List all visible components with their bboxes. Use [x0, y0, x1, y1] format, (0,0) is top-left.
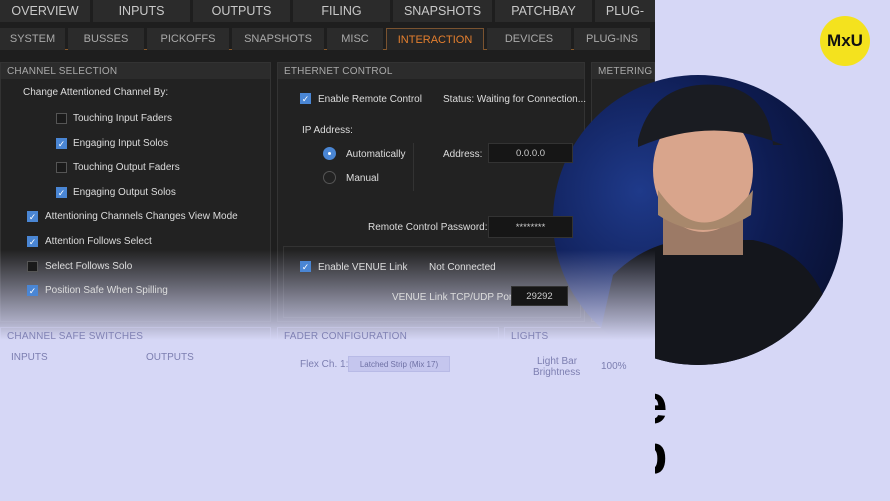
checkbox-label: Enable Remote Control: [318, 94, 422, 105]
subtab-interaction[interactable]: INTERACTION: [386, 28, 484, 50]
tab-plugins[interactable]: PLUG-: [595, 0, 655, 22]
checkbox-position-safe[interactable]: ✓: [27, 285, 38, 296]
checkbox-label: Attention Follows Select: [45, 236, 152, 247]
brightness-label: Brightness: [533, 367, 581, 378]
panel-title: ETHERNET CONTROL: [278, 63, 584, 79]
address-field[interactable]: 0.0.0.0: [488, 143, 573, 163]
checkbox-enable-remote-control[interactable]: ✓: [300, 93, 311, 104]
light-bar-label: Light Bar: [537, 356, 578, 367]
checkbox-label: Attentioning Channels Changes View Mode: [45, 211, 238, 222]
checkbox-engaging-input-solos[interactable]: ✓: [56, 138, 67, 149]
flex-select[interactable]: Latched Strip (Mix 17): [348, 356, 450, 372]
checkbox-view-mode[interactable]: ✓: [27, 211, 38, 222]
top-tabs: OVERVIEW INPUTS OUTPUTS FILING SNAPSHOTS…: [0, 0, 655, 22]
tab-patchbay[interactable]: PATCHBAY: [495, 0, 592, 22]
ip-label: IP Address:: [302, 125, 353, 136]
panel-title: LIGHTS: [511, 331, 549, 342]
subtab-misc[interactable]: MISC: [327, 28, 383, 50]
subtab-devices[interactable]: DEVICES: [487, 28, 571, 50]
person-illustration: [593, 84, 843, 365]
checkbox-label: Engaging Output Solos: [73, 187, 176, 198]
password-label: Remote Control Password:: [368, 222, 488, 233]
checkbox-label: Select Follows Solo: [45, 261, 133, 272]
subtab-busses[interactable]: BUSSES: [68, 28, 144, 50]
ethernet-control-panel: ETHERNET CONTROL ✓ Enable Remote Control…: [277, 62, 587, 322]
label: Change Attentioned Channel By:: [23, 87, 169, 98]
port-label: VENUE Link TCP/UDP Port:: [392, 292, 518, 303]
mxu-logo: MxU: [820, 16, 870, 66]
checkbox-enable-venue-link[interactable]: ✓: [300, 261, 311, 272]
outputs-label: OUTPUTS: [146, 352, 194, 363]
radio-label: Automatically: [346, 149, 406, 160]
checkbox-label: Touching Output Faders: [73, 162, 180, 173]
subtab-snapshots[interactable]: SNAPSHOTS: [232, 28, 324, 50]
port-field[interactable]: 29292: [511, 286, 568, 306]
checkbox-engaging-output-solos[interactable]: ✓: [56, 187, 67, 198]
checkbox-touching-output-faders[interactable]: [56, 162, 67, 173]
tab-outputs[interactable]: OUTPUTS: [193, 0, 290, 22]
subtab-system[interactable]: SYSTEM: [0, 28, 65, 50]
venue-link-group: ✓ Enable VENUE Link Not Connected VENUE …: [283, 246, 581, 318]
subtab-pickoffs[interactable]: PICKOFFS: [147, 28, 229, 50]
radio-automatically[interactable]: [323, 147, 336, 160]
status-text: Status: Waiting for Connection...: [443, 94, 587, 105]
checkbox-touching-input-faders[interactable]: [56, 113, 67, 124]
radio-manual[interactable]: [323, 171, 336, 184]
subtab-plugins[interactable]: PLUG-INS: [574, 28, 650, 50]
inputs-label: INPUTS: [11, 352, 48, 363]
panel-title: METERING: [592, 63, 654, 79]
panel-title: CHANNEL SELECTION: [1, 63, 270, 79]
checkbox-label: Position Safe When Spilling: [45, 285, 168, 296]
address-label: Address:: [443, 149, 483, 160]
radio-label: Manual: [346, 173, 379, 184]
panel-title: FADER CONFIGURATION: [284, 331, 408, 342]
flex-label: Flex Ch. 1:: [300, 359, 349, 370]
tab-inputs[interactable]: INPUTS: [93, 0, 190, 22]
tab-filing[interactable]: FILING: [293, 0, 390, 22]
checkbox-select-follows-solo[interactable]: [27, 261, 38, 272]
headline-line2: Setup: [512, 423, 668, 485]
sub-tabs: SYSTEM BUSSES PICKOFFS SNAPSHOTS MISC IN…: [0, 28, 650, 50]
password-field[interactable]: ********: [488, 216, 573, 238]
panel-title: CHANNEL SAFE SWITCHES: [7, 331, 144, 342]
tab-snapshots[interactable]: SNAPSHOTS: [393, 0, 492, 22]
channel-selection-panel: CHANNEL SELECTION Change Attentioned Cha…: [0, 62, 271, 322]
divider: [413, 143, 414, 191]
checkbox-label: Engaging Input Solos: [73, 138, 169, 149]
checkbox-attention-follows-select[interactable]: ✓: [27, 236, 38, 247]
venue-status: Not Connected: [429, 262, 496, 273]
checkbox-label: Enable VENUE Link: [318, 262, 408, 273]
checkbox-label: Touching Input Faders: [73, 113, 172, 124]
tab-overview[interactable]: OVERVIEW: [0, 0, 90, 22]
brightness-value: 100%: [601, 361, 627, 372]
presenter-photo: [553, 75, 843, 365]
